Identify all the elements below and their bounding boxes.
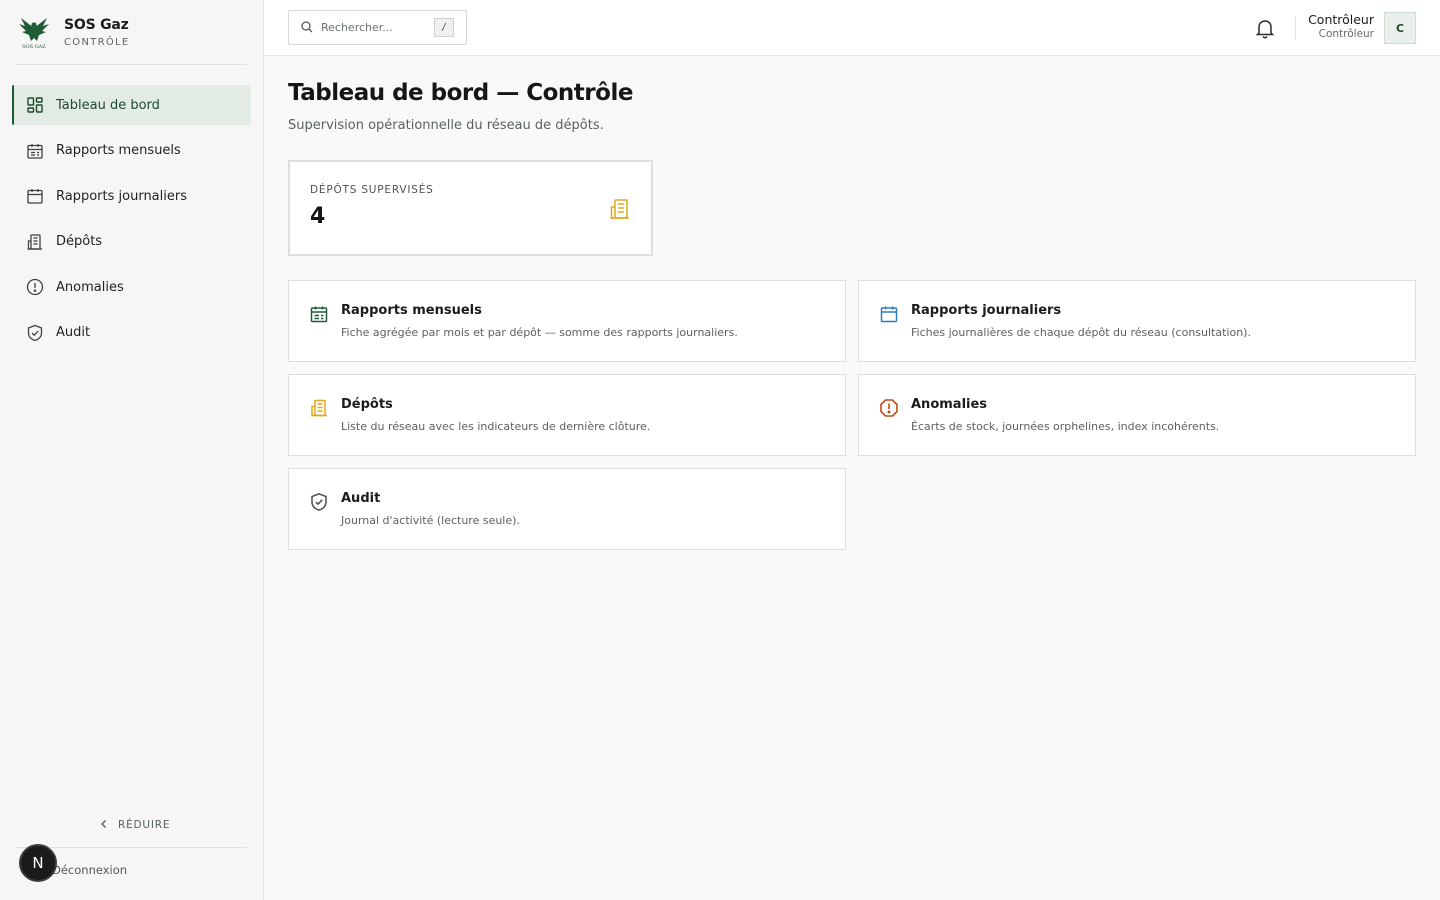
logout-button[interactable]: Déconnexion bbox=[52, 863, 127, 877]
card-rapports-journaliers[interactable]: Rapports journaliers Fiches journalières… bbox=[858, 280, 1416, 362]
kpi-value: 4 bbox=[310, 204, 326, 229]
card-description: Fiche agrégée par mois et par dépôt — so… bbox=[341, 326, 738, 339]
bell-icon[interactable] bbox=[1254, 17, 1276, 39]
sidebar-item-depots[interactable]: Dépôts bbox=[12, 222, 251, 262]
sidebar-item-rapports-mensuels[interactable]: Rapports mensuels bbox=[12, 131, 251, 171]
building-icon bbox=[608, 197, 632, 221]
card-description: Journal d'activité (lecture seule). bbox=[341, 514, 520, 527]
calendar-icon bbox=[879, 304, 899, 324]
top-header: / Contrôleur Contrôleur C bbox=[264, 0, 1440, 56]
card-title: Audit bbox=[341, 491, 381, 506]
divider bbox=[16, 64, 247, 65]
search-box[interactable]: / bbox=[288, 10, 467, 45]
search-input[interactable] bbox=[321, 21, 421, 34]
sidebar-nav: Tableau de bord Rapports mensuels Rappor… bbox=[12, 85, 251, 358]
sidebar-item-rapports-journaliers[interactable]: Rapports journaliers bbox=[12, 176, 251, 216]
sidebar-item-label: Anomalies bbox=[56, 279, 124, 295]
shield-check-icon bbox=[309, 492, 329, 512]
collapse-label: RÉDUIRE bbox=[118, 818, 171, 831]
card-title: Dépôts bbox=[341, 397, 393, 412]
user-menu[interactable]: Contrôleur Contrôleur bbox=[1308, 12, 1374, 40]
card-title: Rapports journaliers bbox=[911, 303, 1062, 318]
dashboard-icon bbox=[26, 96, 44, 114]
card-description: Fiches journalières de chaque dépôt du r… bbox=[911, 326, 1251, 339]
kpi-label: DÉPÔTS SUPERVISÉS bbox=[310, 184, 434, 196]
sidebar-item-audit[interactable]: Audit bbox=[12, 313, 251, 353]
sidebar-item-label: Rapports mensuels bbox=[56, 143, 181, 158]
search-shortcut-key: / bbox=[434, 18, 454, 37]
kpi-card-depots: DÉPÔTS SUPERVISÉS 4 bbox=[288, 160, 653, 256]
calendar-month-icon bbox=[309, 304, 329, 324]
calendar-month-icon bbox=[26, 142, 44, 160]
user-name: Contrôleur bbox=[1308, 12, 1374, 27]
page-title: Tableau de bord — Contrôle bbox=[288, 80, 633, 106]
card-depots[interactable]: Dépôts Liste du réseau avec les indicate… bbox=[288, 374, 846, 456]
card-audit[interactable]: Audit Journal d'activité (lecture seule)… bbox=[288, 468, 846, 550]
sidebar-item-anomalies[interactable]: Anomalies bbox=[12, 267, 251, 307]
avatar[interactable]: C bbox=[1384, 12, 1416, 44]
collapse-sidebar-button[interactable]: RÉDUIRE bbox=[98, 815, 170, 834]
brand-subtitle: CONTRÔLE bbox=[64, 36, 130, 48]
card-description: Liste du réseau avec les indicateurs de … bbox=[341, 420, 651, 433]
page-subtitle: Supervision opérationnelle du réseau de … bbox=[288, 118, 604, 133]
brand-name: SOS Gaz bbox=[64, 16, 129, 33]
shield-check-icon bbox=[26, 324, 44, 342]
sidebar-item-tableau-de-bord[interactable]: Tableau de bord bbox=[12, 85, 251, 125]
chevron-left-icon bbox=[98, 815, 110, 834]
sidebar-item-label: Tableau de bord bbox=[56, 97, 160, 113]
card-anomalies[interactable]: Anomalies Écarts de stock, journées orph… bbox=[858, 374, 1416, 456]
alert-octagon-icon bbox=[879, 398, 899, 418]
building-icon bbox=[309, 398, 329, 418]
card-rapports-mensuels[interactable]: Rapports mensuels Fiche agrégée par mois… bbox=[288, 280, 846, 362]
card-description: Écarts de stock, journées orphelines, in… bbox=[911, 420, 1220, 433]
user-role: Contrôleur bbox=[1318, 28, 1374, 40]
brand[interactable]: SOS GAZ SOS Gaz CONTRÔLE bbox=[14, 12, 130, 52]
sidebar: SOS GAZ SOS Gaz CONTRÔLE Tableau de bord bbox=[0, 0, 264, 900]
sidebar-item-label: Audit bbox=[56, 325, 91, 340]
svg-text:SOS GAZ: SOS GAZ bbox=[22, 44, 46, 50]
building-icon bbox=[26, 233, 44, 251]
dev-tools-badge[interactable]: N bbox=[19, 844, 57, 882]
eagle-logo-icon: SOS GAZ bbox=[14, 12, 54, 52]
calendar-icon bbox=[26, 187, 44, 205]
card-title: Rapports mensuels bbox=[341, 303, 482, 318]
alert-circle-icon bbox=[26, 278, 44, 296]
card-title: Anomalies bbox=[911, 397, 988, 412]
search-icon bbox=[301, 18, 313, 37]
sidebar-item-label: Dépôts bbox=[56, 234, 103, 249]
divider bbox=[1295, 16, 1296, 40]
sidebar-item-label: Rapports journaliers bbox=[56, 188, 187, 204]
